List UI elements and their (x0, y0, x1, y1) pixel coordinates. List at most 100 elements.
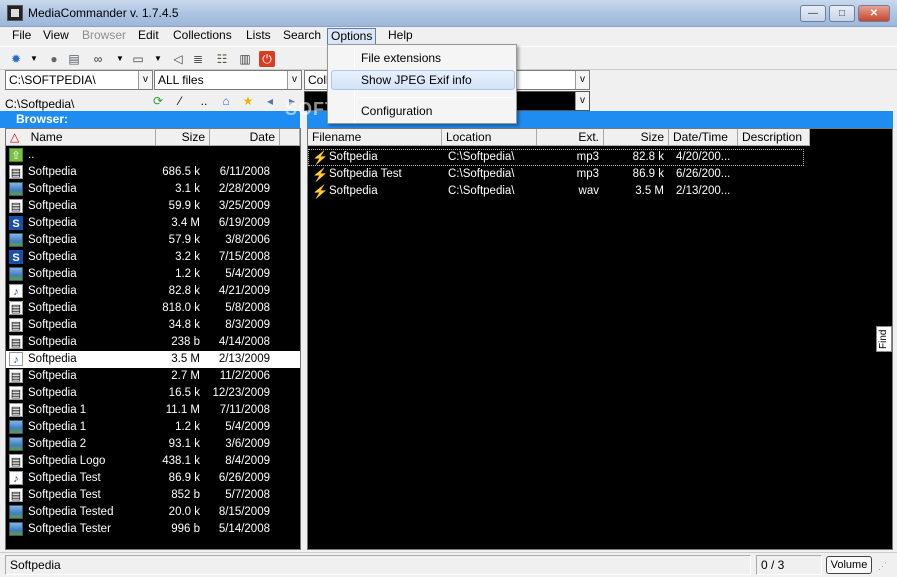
app-file-icon: S (9, 250, 23, 264)
table-row[interactable]: Softpedia Tested 20.0 k 8/15/2009 (6, 504, 300, 521)
tree-icon[interactable]: ≣ (190, 51, 206, 67)
collection-file-list[interactable]: Filename Location Ext. Size Date/Time De… (307, 128, 893, 550)
binoculars-icon[interactable]: ∞ (90, 51, 106, 67)
table-row[interactable]: ▤ Softpedia Logo 438.1 k 8/4/2009 (6, 453, 300, 470)
menu-item-configuration[interactable]: Configuration (331, 101, 515, 121)
chevron-down-icon[interactable]: v (575, 71, 589, 89)
table-row[interactable]: Softpedia 1.2 k 5/4/2009 (6, 266, 300, 283)
dropdown-arrow-icon[interactable]: ▼ (150, 51, 166, 67)
column-header-datetime[interactable]: Date/Time (669, 129, 738, 146)
dropdown-arrow-icon[interactable]: ▼ (26, 51, 42, 67)
table-row[interactable]: Softpedia 2 93.1 k 3/6/2009 (6, 436, 300, 453)
drive-combo[interactable]: C:\SOFTPEDIA\ v (5, 70, 153, 90)
home-icon[interactable]: ⌂ (218, 93, 234, 109)
table-row[interactable]: S Softpedia 3.2 k 7/15/2008 (6, 249, 300, 266)
table-row[interactable]: Softpedia Tester 996 b 5/14/2008 (6, 521, 300, 538)
chevron-down-icon[interactable]: v (575, 92, 589, 110)
table-row[interactable]: ⚡ Softpedia C:\Softpedia\ wav 3.5 M 2/13/200.… (308, 183, 892, 200)
column-header-ext[interactable]: Ext. (537, 129, 604, 146)
table-row[interactable]: ♪ Softpedia Test 86.9 k 6/26/2009 (6, 470, 300, 487)
table-row[interactable]: ▤ Softpedia 59.9 k 3/25/2009 (6, 198, 300, 215)
image-file-icon (9, 505, 23, 519)
chevron-down-icon[interactable]: v (138, 71, 152, 89)
table-row[interactable]: Softpedia 57.9 k 3/8/2006 (6, 232, 300, 249)
refresh-icon[interactable]: ⟳ (150, 93, 166, 109)
dropdown-arrow-icon[interactable]: ▼ (112, 51, 128, 67)
table-row[interactable]: Softpedia 1 1.2 k 5/4/2009 (6, 419, 300, 436)
file-name: Softpedia Logo (28, 455, 106, 467)
menu-search[interactable]: Search (280, 28, 324, 45)
settings-icon[interactable]: ✹ (8, 51, 24, 67)
volume-button[interactable]: Volume (826, 556, 872, 574)
find-tab[interactable]: Find (876, 326, 892, 352)
file-date: 6/19/2009 (218, 217, 270, 229)
image-file-icon (9, 437, 23, 451)
menu-file[interactable]: File (9, 28, 34, 45)
column-header-date[interactable]: Date (210, 129, 280, 146)
file-date: 12/23/2009 (212, 387, 270, 399)
current-path: C:\Softpedia\ (5, 97, 75, 111)
back-icon[interactable]: ◂ (262, 93, 278, 109)
browser-file-list[interactable]: △ Name Size Date ⇧.. ▤ Softpedia 686.5 k 6/1… (5, 128, 301, 550)
menu-help[interactable]: Help (385, 28, 416, 45)
resize-grip-icon[interactable]: ⋰ (878, 561, 887, 572)
list-icon[interactable]: ☷ (214, 51, 230, 67)
menu-lists[interactable]: Lists (243, 28, 274, 45)
minimize-button[interactable]: — (800, 5, 826, 22)
menu-item-file-extensions[interactable]: File extensions (331, 48, 515, 68)
table-row[interactable]: ▤ Softpedia 34.8 k 8/3/2009 (6, 317, 300, 334)
cell-size: 82.8 k (632, 151, 664, 163)
table-row[interactable]: ▤ Softpedia 1 11.1 M 7/11/2008 (6, 402, 300, 419)
close-button[interactable]: ✕ (858, 5, 890, 22)
menu-item-show-jpeg-exif-info[interactable]: Show JPEG Exif info (331, 70, 515, 90)
table-row[interactable]: ♪ Softpedia 3.5 M 2/13/2009 (6, 351, 300, 368)
column-header-location[interactable]: Location (442, 129, 537, 146)
menu-collections[interactable]: Collections (170, 28, 235, 45)
chevron-down-icon[interactable]: v (287, 71, 301, 89)
cell-location: C:\Softpedia\ (448, 185, 515, 197)
table-row[interactable]: ⇧.. (6, 147, 300, 164)
column-header-size[interactable]: Size (156, 129, 210, 146)
filter-combo[interactable]: ALL files v (154, 70, 302, 90)
table-row[interactable]: S Softpedia 3.4 M 6/19/2009 (6, 215, 300, 232)
app-icon[interactable] (7, 5, 23, 21)
file-date: 4/14/2008 (218, 336, 270, 348)
menu-options[interactable]: Options (327, 28, 377, 45)
column-header-name[interactable]: △ Name (6, 129, 156, 146)
table-row[interactable]: ⚡ Softpedia C:\Softpedia\ mp3 82.8 k 4/20/200… (308, 149, 804, 166)
file-name: Softpedia (28, 268, 77, 280)
maximize-button[interactable]: □ (829, 5, 855, 22)
table-row[interactable]: ♪ Softpedia 82.8 k 4/21/2009 (6, 283, 300, 300)
cell-size: 86.9 k (632, 168, 664, 180)
file-name: Softpedia Tester (28, 523, 111, 535)
table-row[interactable]: ▤ Softpedia 2.7 M 11/2/2006 (6, 368, 300, 385)
power-icon[interactable]: ⏻ (259, 51, 275, 67)
cell-filename: Softpedia Test (329, 168, 402, 180)
table-row[interactable]: ▤ Softpedia 818.0 k 5/8/2008 (6, 300, 300, 317)
menu-edit[interactable]: Edit (135, 28, 162, 45)
table-row[interactable]: ⚡ Softpedia Test C:\Softpedia\ mp3 86.9 k 6/2… (308, 166, 892, 183)
file-date: 5/4/2009 (225, 268, 270, 280)
menu-view[interactable]: View (40, 28, 72, 45)
table-row[interactable]: ▤ Softpedia 686.5 k 6/11/2008 (6, 164, 300, 181)
menu-browser[interactable]: Browser (79, 28, 129, 45)
sort-icon[interactable]: ⁄ (172, 93, 188, 109)
globe-icon[interactable]: ● (46, 51, 62, 67)
fish-icon[interactable]: ◁ (170, 51, 186, 67)
book-icon[interactable]: ▥ (237, 51, 253, 67)
table-row[interactable]: ▤ Softpedia 16.5 k 12/23/2009 (6, 385, 300, 402)
file-date: 6/11/2008 (219, 166, 270, 178)
column-header-description[interactable]: Description (738, 129, 810, 146)
favorite-icon[interactable]: ★ (240, 93, 256, 109)
table-row[interactable]: ▤ Softpedia 238 b 4/14/2008 (6, 334, 300, 351)
file-date: 5/4/2009 (225, 421, 270, 433)
column-header-size[interactable]: Size (604, 129, 669, 146)
window-icon[interactable]: ▭ (130, 51, 146, 67)
db-icon[interactable]: ▤ (66, 51, 82, 67)
parent-folder-icon[interactable]: .. (196, 93, 212, 109)
table-row[interactable]: Softpedia 3.1 k 2/28/2009 (6, 181, 300, 198)
file-size: 1.2 k (175, 268, 200, 280)
column-header-filename[interactable]: Filename (308, 129, 442, 146)
table-row[interactable]: ▤ Softpedia Test 852 b 5/7/2008 (6, 487, 300, 504)
drive-combo-value: C:\SOFTPEDIA\ (9, 73, 96, 87)
